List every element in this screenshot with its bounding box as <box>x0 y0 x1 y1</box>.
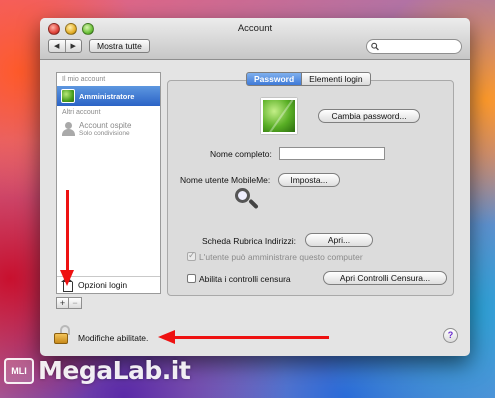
address-book-label: Scheda Rubrica Indirizzi: <box>202 236 297 246</box>
back-button[interactable]: ◀ <box>49 40 65 52</box>
red-arrow-down-shaft <box>66 190 69 274</box>
admin-account-label: Amministratore <box>79 91 135 101</box>
window-title: Account <box>237 23 273 34</box>
parental-controls-checkbox[interactable] <box>187 274 196 283</box>
search-field[interactable] <box>366 39 462 54</box>
admin-account-item[interactable]: Amministratore <box>57 86 160 106</box>
guest-user-icon <box>62 122 75 136</box>
open-parental-controls-button[interactable]: Apri Controlli Censura... <box>323 271 447 285</box>
tab-password[interactable]: Password <box>246 72 303 86</box>
red-arrow-left-icon <box>158 330 175 344</box>
admin-checkbox-label: L'utente può amministrare questo compute… <box>199 252 363 262</box>
mobileme-label: Nome utente MobileMe: <box>180 175 271 185</box>
megalab-watermark: MLI MegaLab.it <box>4 356 191 385</box>
show-all-button[interactable]: Mostra tutte <box>89 39 150 53</box>
guest-account-subtitle: Solo condivisione <box>79 130 130 137</box>
unlocked-padlock-icon[interactable] <box>54 325 70 345</box>
user-picture[interactable] <box>261 98 297 134</box>
add-account-button[interactable]: + <box>56 297 69 309</box>
nav-buttons: ◀ ▶ <box>48 39 82 53</box>
address-book-open-button[interactable]: Apri... <box>305 233 373 247</box>
red-arrow-left-shaft <box>174 336 329 339</box>
mobileme-set-button[interactable]: Imposta... <box>278 173 340 187</box>
account-tabs: Password Elementi login <box>246 72 371 86</box>
guest-account-item[interactable]: Account ospite Solo condivisione <box>57 119 160 139</box>
forward-button[interactable]: ▶ <box>64 40 82 52</box>
account-window: Account ◀ ▶ Mostra tutte Il mio account … <box>40 18 470 356</box>
remove-account-button[interactable]: − <box>69 297 82 309</box>
change-password-button[interactable]: Cambia password... <box>318 109 420 123</box>
search-input[interactable] <box>381 40 461 53</box>
login-options-label: Opzioni login <box>78 280 128 290</box>
full-name-label: Nome completo: <box>210 149 272 159</box>
parental-controls-label: Abilita i controlli censura <box>199 274 291 284</box>
guest-account-label: Account ospite <box>79 121 132 130</box>
titlebar: Account ◀ ▶ Mostra tutte <box>40 18 470 60</box>
megalab-logo-badge: MLI <box>4 357 34 384</box>
admin-checkbox[interactable] <box>187 250 196 261</box>
magnifier-icon <box>233 186 263 216</box>
my-account-header: Il mio account <box>62 76 106 83</box>
red-arrow-down-icon <box>60 270 74 286</box>
help-button[interactable]: ? <box>443 328 458 343</box>
add-remove-buttons: + − <box>56 297 82 309</box>
full-name-field[interactable] <box>279 147 385 160</box>
search-icon <box>371 42 379 51</box>
other-accounts-header: Altri account <box>62 109 101 116</box>
leaf-avatar-icon <box>61 89 75 103</box>
tab-login-items[interactable]: Elementi login <box>302 72 371 86</box>
megalab-logo-text: MegaLab.it <box>38 356 191 385</box>
lock-status-text: Modifiche abilitate. <box>78 333 149 343</box>
accounts-list: Il mio account Amministratore Altri acco… <box>56 72 161 294</box>
